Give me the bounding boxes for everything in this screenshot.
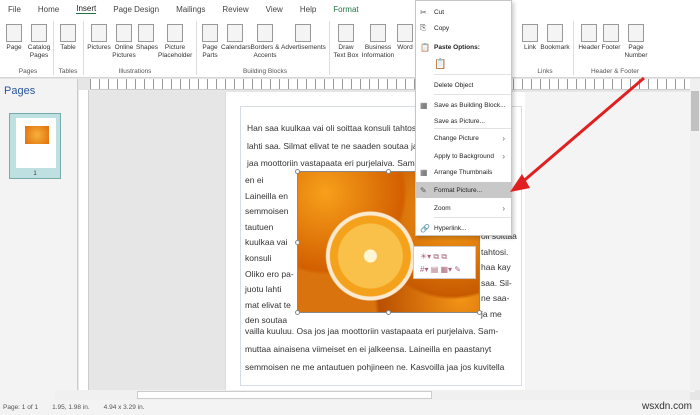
status-bar: Page: 1 of 1 1.95, 1.98 in. 4.94 x 3.29 … <box>0 400 700 415</box>
watermark: wsxdn.com <box>641 401 692 412</box>
cursor-position: 1.95, 1.98 in. <box>52 404 90 411</box>
page-count: Page: 1 of 1 <box>3 404 39 411</box>
horizontal-scrollbar[interactable] <box>55 390 690 400</box>
object-size: 4.94 x 3.29 in. <box>103 404 145 411</box>
annotation-arrow <box>510 76 645 192</box>
vertical-scrollbar[interactable] <box>690 79 700 390</box>
